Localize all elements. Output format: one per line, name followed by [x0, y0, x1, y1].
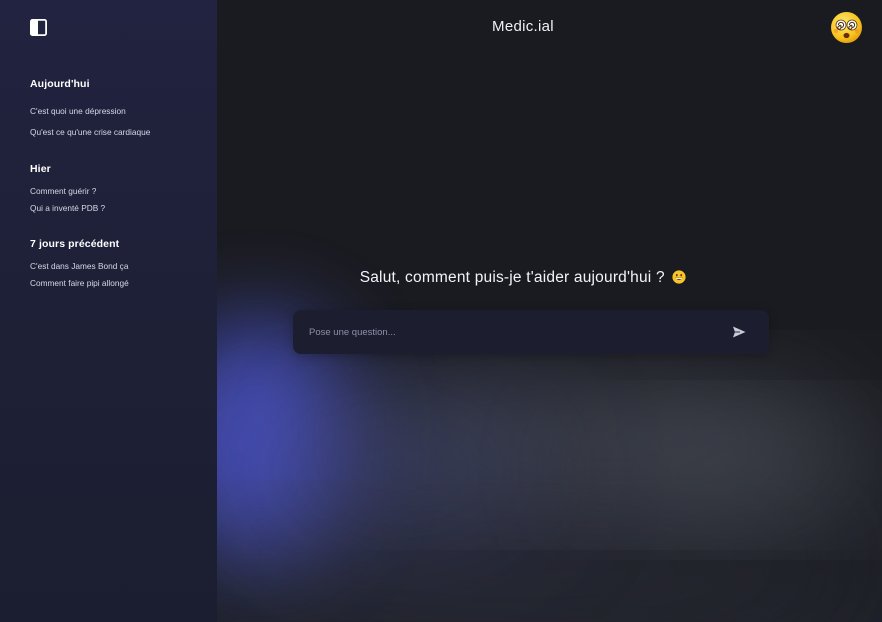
dizzy-face-avatar-icon [831, 12, 862, 43]
conversation-item[interactable]: Comment guérir ? [30, 186, 210, 196]
sidebar-toggle-icon[interactable] [29, 18, 47, 36]
section-heading-today: Aujourd'hui [30, 78, 90, 90]
message-composer [293, 310, 769, 354]
conversation-item[interactable]: Qui a inventé PDB ? [30, 203, 210, 213]
sidebar: Aujourd'hui C'est quoi une dépression Qu… [0, 0, 217, 622]
send-button[interactable] [731, 324, 747, 340]
greeting-message: Salut, comment puis-je t'aider aujourd'h… [217, 269, 829, 289]
conversation-item[interactable]: C'est quoi une dépression [30, 106, 210, 116]
send-arrow-icon [733, 326, 746, 338]
section-heading-yesterday: Hier [30, 163, 51, 175]
user-avatar[interactable] [830, 11, 863, 44]
history-section-last-7-days: 7 jours précédent C'est dans James Bond … [30, 238, 210, 288]
chat-main: Medic.ial Salut, comment puis-je t'aider… [217, 0, 882, 622]
history-section-today: Aujourd'hui C'est quoi une dépression Qu… [30, 78, 210, 137]
app-window: Aujourd'hui C'est quoi une dépression Qu… [0, 0, 882, 622]
greeting-text: Salut, comment puis-je t'aider aujourd'h… [359, 269, 665, 286]
section-heading-last-7-days: 7 jours précédent [30, 238, 120, 250]
question-input[interactable] [309, 310, 709, 354]
conversation-item[interactable]: Qu'est ce qu'une crise cardiaque [30, 127, 210, 137]
conversation-item[interactable]: C'est dans James Bond ça [30, 261, 210, 271]
history-section-yesterday: Hier Comment guérir ? Qui a inventé PDB … [30, 163, 210, 213]
grinning-face-icon [672, 270, 686, 289]
conversation-item[interactable]: Comment faire pipi allongé [30, 278, 210, 288]
app-title: Medic.ial [492, 18, 554, 35]
